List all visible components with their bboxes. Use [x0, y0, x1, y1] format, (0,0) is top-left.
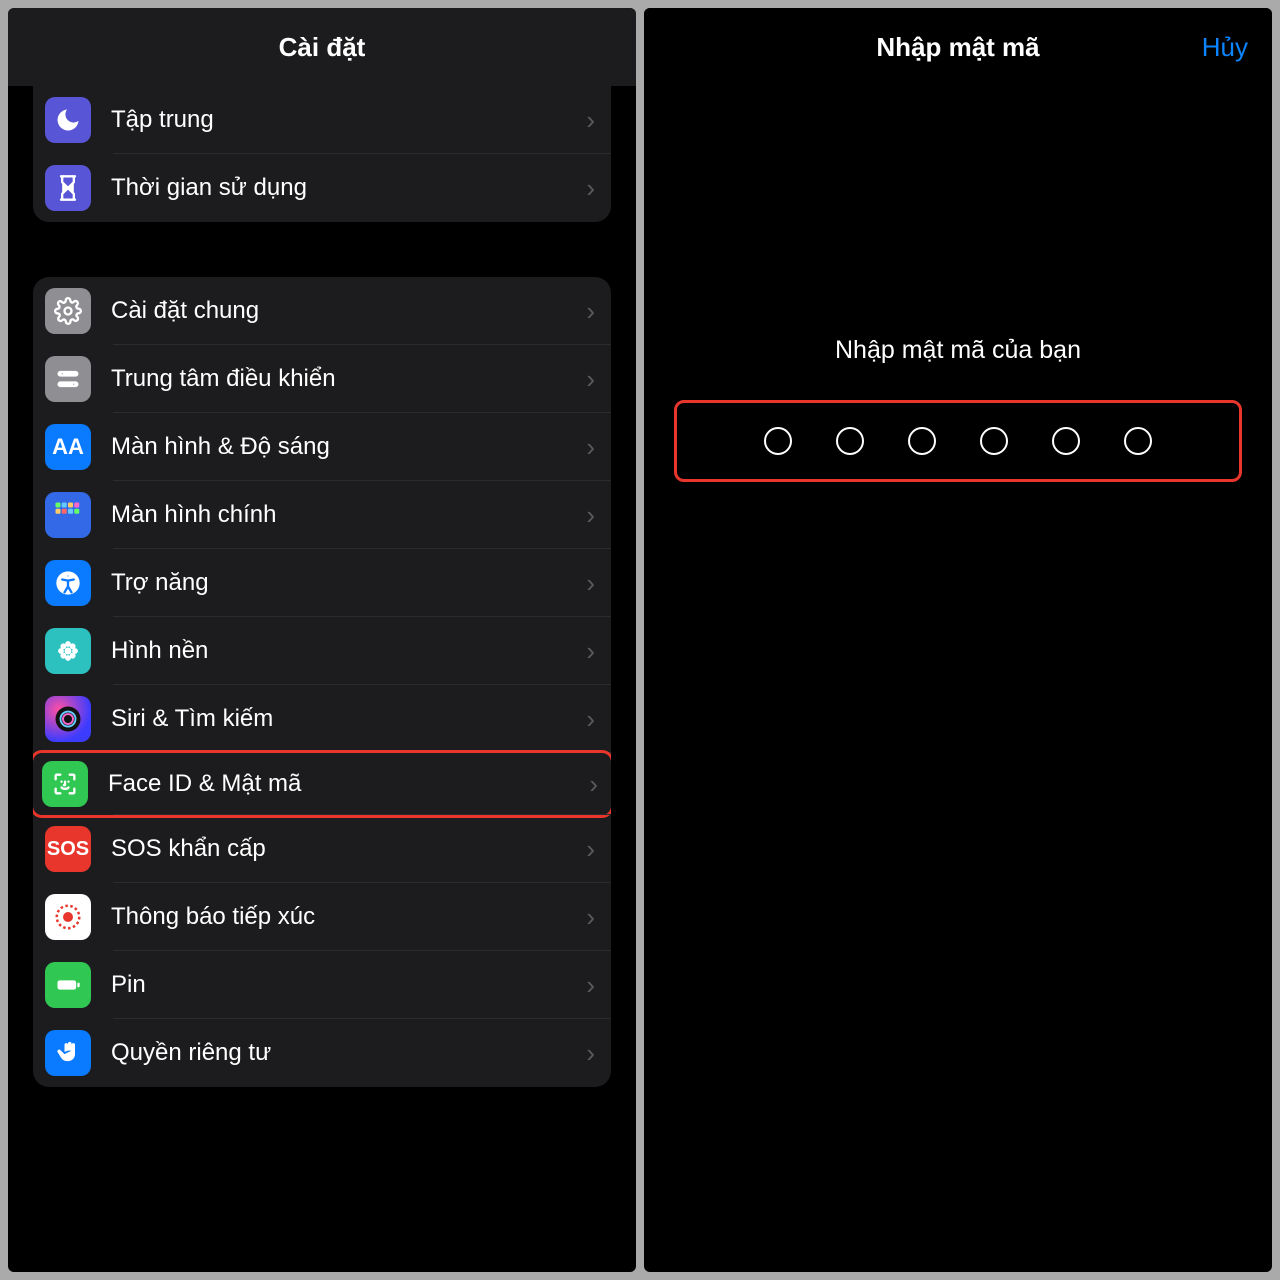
nav-bar: Cài đặt — [8, 8, 636, 86]
chevron-right-icon: › — [586, 432, 595, 463]
passcode-dot — [980, 427, 1008, 455]
row-label: Trợ năng — [111, 569, 586, 597]
cancel-button[interactable]: Hủy — [1202, 32, 1248, 63]
row-label: Thông báo tiếp xúc — [111, 903, 586, 931]
row-label: Siri & Tìm kiếm — [111, 705, 586, 733]
chevron-right-icon: › — [586, 902, 595, 933]
siri-icon — [45, 696, 91, 742]
app-grid-icon — [45, 492, 91, 538]
nav-bar: Nhập mật mã Hủy — [644, 8, 1272, 86]
flower-icon — [45, 628, 91, 674]
chevron-right-icon: › — [586, 568, 595, 599]
passcode-dots[interactable] — [674, 400, 1242, 482]
exposure-icon — [45, 894, 91, 940]
chevron-right-icon: › — [586, 970, 595, 1001]
settings-row-screentime[interactable]: Thời gian sử dụng› — [33, 154, 611, 222]
passcode-dot — [836, 427, 864, 455]
row-label: Hình nền — [111, 637, 586, 665]
row-label: Thời gian sử dụng — [111, 174, 586, 202]
passcode-prompt: Nhập mật mã của bạn — [644, 336, 1272, 365]
settings-row-siri[interactable]: Siri & Tìm kiếm› — [33, 685, 611, 753]
row-label: Trung tâm điều khiển — [111, 365, 586, 393]
chevron-right-icon: › — [586, 704, 595, 735]
settings-row-focus[interactable]: Tập trung› — [33, 86, 611, 154]
row-label: Tập trung — [111, 106, 586, 134]
row-label: Màn hình chính — [111, 501, 586, 529]
settings-group-a: Tập trung›Thời gian sử dụng› — [33, 86, 611, 222]
row-label: Cài đặt chung — [111, 297, 586, 325]
row-label: SOS khẩn cấp — [111, 835, 586, 863]
settings-screen: Cài đặt Tập trung›Thời gian sử dụng› Cài… — [8, 8, 636, 1272]
settings-row-wallpaper[interactable]: Hình nền› — [33, 617, 611, 685]
chevron-right-icon: › — [586, 1038, 595, 1069]
settings-content[interactable]: Tập trung›Thời gian sử dụng› Cài đặt chu… — [8, 86, 636, 1087]
hand-icon — [45, 1030, 91, 1076]
accessibility-icon — [45, 560, 91, 606]
settings-row-sos[interactable]: SOS SOS khẩn cấp› — [33, 815, 611, 883]
settings-row-control[interactable]: Trung tâm điều khiển› — [33, 345, 611, 413]
sos-icon: SOS — [45, 826, 91, 872]
page-title: Cài đặt — [279, 32, 366, 63]
chevron-right-icon: › — [589, 769, 598, 800]
settings-row-exposure[interactable]: Thông báo tiếp xúc› — [33, 883, 611, 951]
text-size-icon: AA — [45, 424, 91, 470]
settings-row-home[interactable]: Màn hình chính› — [33, 481, 611, 549]
settings-row-general[interactable]: Cài đặt chung› — [33, 277, 611, 345]
settings-row-accessibility[interactable]: Trợ năng› — [33, 549, 611, 617]
moon-icon — [45, 97, 91, 143]
chevron-right-icon: › — [586, 296, 595, 327]
chevron-right-icon: › — [586, 364, 595, 395]
row-label: Màn hình & Độ sáng — [111, 433, 586, 461]
gear-icon — [45, 288, 91, 334]
chevron-right-icon: › — [586, 636, 595, 667]
passcode-dot — [1052, 427, 1080, 455]
page-title: Nhập mật mã — [876, 32, 1039, 63]
switches-icon — [45, 356, 91, 402]
chevron-right-icon: › — [586, 500, 595, 531]
settings-row-faceid[interactable]: Face ID & Mật mã› — [33, 750, 611, 818]
passcode-area: Nhập mật mã của bạn — [644, 336, 1272, 482]
hourglass-icon — [45, 165, 91, 211]
passcode-screen: Nhập mật mã Hủy Nhập mật mã của bạn — [644, 8, 1272, 1272]
chevron-right-icon: › — [586, 105, 595, 136]
chevron-right-icon: › — [586, 834, 595, 865]
passcode-dot — [1124, 427, 1152, 455]
row-label: Pin — [111, 971, 586, 999]
settings-row-privacy[interactable]: Quyền riêng tư› — [33, 1019, 611, 1087]
battery-icon — [45, 962, 91, 1008]
row-label: Quyền riêng tư — [111, 1039, 586, 1067]
passcode-dot — [908, 427, 936, 455]
settings-row-display[interactable]: AA Màn hình & Độ sáng› — [33, 413, 611, 481]
settings-group-b: Cài đặt chung›Trung tâm điều khiển›AAMàn… — [33, 277, 611, 1087]
passcode-dot — [764, 427, 792, 455]
chevron-right-icon: › — [586, 173, 595, 204]
settings-row-battery[interactable]: Pin› — [33, 951, 611, 1019]
faceid-icon — [42, 761, 88, 807]
row-label: Face ID & Mật mã — [108, 770, 589, 798]
